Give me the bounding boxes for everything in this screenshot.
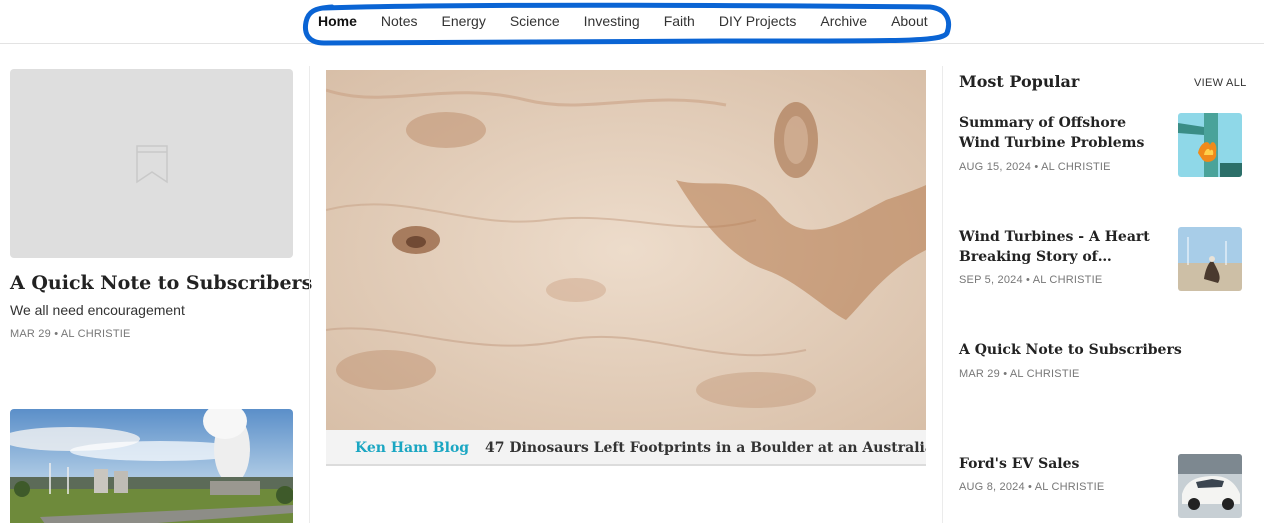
post-title[interactable]: A Quick Note to Subscribers	[10, 271, 312, 295]
top-nav: Home Notes Energy Science Investing Fait…	[0, 0, 1264, 46]
power-plant-thumbnail[interactable]	[10, 409, 293, 523]
most-popular-heading: Most Popular	[959, 72, 1080, 91]
eagle-turbine-image	[1178, 227, 1242, 291]
hero-image[interactable]	[326, 70, 926, 430]
post-subtitle: We all need encouragement	[10, 302, 185, 318]
nav-item-about[interactable]: About	[891, 13, 928, 29]
nav-item-home[interactable]: Home	[318, 13, 357, 29]
popular-item[interactable]: Ford's EV Sales AUG 8, 2024 • AL CHRISTI…	[959, 454, 1242, 518]
post-thumbnail-placeholder[interactable]	[10, 69, 293, 258]
popular-item[interactable]: A Quick Note to Subscribers MAR 29 • AL …	[959, 340, 1242, 390]
wind-turbine-fire-image	[1178, 113, 1242, 177]
hero-caption-bar: Ken Ham Blog 47 Dinosaurs Left Footprint…	[326, 430, 926, 466]
nav-item-investing[interactable]: Investing	[584, 13, 640, 29]
nav-item-archive[interactable]: Archive	[820, 13, 867, 29]
popular-item-thumbnail[interactable]	[1178, 227, 1242, 291]
popular-item-meta: MAR 29 • AL CHRISTIE	[959, 368, 1080, 380]
popular-item-meta: AUG 15, 2024 • AL CHRISTIE	[959, 161, 1111, 173]
post-meta: MAR 29 • AL CHRISTIE	[10, 328, 131, 340]
caption-source: Ken Ham Blog	[355, 440, 470, 456]
nav-item-diy-projects[interactable]: DIY Projects	[719, 13, 797, 29]
caption-headline: 47 Dinosaurs Left Footprints in a Boulde…	[485, 440, 926, 456]
column-divider	[309, 66, 310, 523]
popular-item-thumbnail[interactable]	[1178, 113, 1242, 177]
dinosaur-footprints-rock-image	[326, 70, 926, 430]
nav-item-faith[interactable]: Faith	[664, 13, 695, 29]
popular-item-title[interactable]: Wind Turbines - A Heart Breaking Story o…	[959, 227, 1164, 267]
nav-menu: Home Notes Energy Science Investing Fait…	[318, 0, 928, 42]
popular-item-title[interactable]: A Quick Note to Subscribers	[959, 340, 1242, 360]
white-suv-image	[1178, 454, 1242, 518]
nav-item-notes[interactable]: Notes	[381, 13, 418, 29]
popular-item-thumbnail[interactable]	[1178, 454, 1242, 518]
popular-item-meta: AUG 8, 2024 • AL CHRISTIE	[959, 481, 1105, 493]
popular-item[interactable]: Wind Turbines - A Heart Breaking Story o…	[959, 227, 1242, 291]
popular-item[interactable]: Summary of Offshore Wind Turbine Problem…	[959, 113, 1242, 177]
column-divider	[942, 66, 943, 523]
popular-item-meta: SEP 5, 2024 • AL CHRISTIE	[959, 274, 1103, 286]
left-column: A Quick Note to Subscribers We all need …	[10, 44, 312, 523]
nav-item-energy[interactable]: Energy	[441, 13, 485, 29]
popular-item-title[interactable]: Ford's EV Sales	[959, 454, 1164, 474]
nav-item-science[interactable]: Science	[510, 13, 560, 29]
power-plant-landscape-image	[10, 409, 293, 523]
popular-item-title[interactable]: Summary of Offshore Wind Turbine Problem…	[959, 113, 1164, 153]
bookmark-icon	[135, 144, 168, 183]
view-all-link[interactable]: VIEW ALL	[1194, 77, 1247, 89]
